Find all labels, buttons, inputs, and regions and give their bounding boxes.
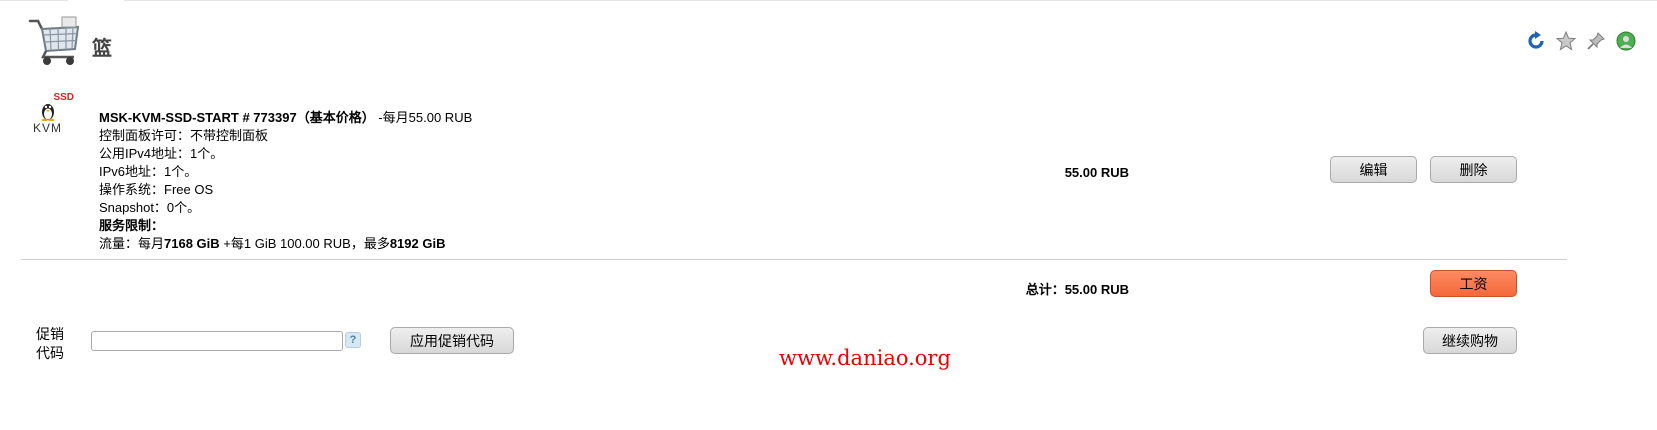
promo-label: 促销 代码 — [36, 326, 64, 364]
service-limits-title: 服务限制： — [99, 218, 165, 233]
item-price: 55.00 RUB — [1064, 165, 1129, 180]
page-header: 篮 — [28, 16, 112, 70]
tux-icon — [41, 104, 55, 121]
product-name: MSK-KVM-SSD-START # 773397（基本价格） — [99, 110, 375, 125]
traffic-line: 流量：每月7168 GiB +每1 GiB 100.00 RUB，最多8192 … — [99, 235, 472, 253]
promo-code-input[interactable] — [91, 331, 343, 351]
option-ipv6: IPv6地址：1个。 — [99, 164, 198, 179]
top-border — [0, 0, 1657, 1]
divider — [21, 259, 1567, 260]
promo-label-line1: 促销 — [36, 327, 64, 343]
top-tab-notch — [68, 0, 124, 2]
continue-shopping-button[interactable]: 继续购物 — [1423, 327, 1517, 354]
edit-button[interactable]: 编辑 — [1330, 156, 1417, 183]
option-control-panel: 控制面板许可：不带控制面板 — [99, 128, 269, 143]
globe-user-icon[interactable] — [1615, 30, 1637, 52]
order-total: 总计：55.00 RUB — [1025, 282, 1129, 297]
traffic-prefix: 流量：每月 — [99, 236, 165, 251]
ssd-kvm-logo: SSD KVM — [30, 93, 74, 139]
option-os: 操作系统：Free OS — [99, 182, 214, 197]
apply-promo-button[interactable]: 应用促销代码 — [390, 327, 514, 354]
pin-icon[interactable] — [1585, 30, 1607, 52]
toolbar — [1525, 30, 1637, 52]
watermark: www.daniao.org — [779, 346, 951, 370]
product-description: MSK-KVM-SSD-START # 773397（基本价格） -每月55.0… — [99, 109, 472, 253]
option-snapshot: Snapshot：0个。 — [99, 200, 201, 215]
product-title-line: MSK-KVM-SSD-START # 773397（基本价格） -每月55.0… — [99, 109, 472, 127]
product-billing: -每月55.00 RUB — [378, 110, 473, 125]
delete-button[interactable]: 删除 — [1430, 156, 1517, 183]
star-icon[interactable] — [1555, 30, 1577, 52]
cart-icon — [28, 15, 82, 72]
option-ipv4: 公用IPv4地址：1个。 — [99, 146, 224, 161]
traffic-max: 8192 GiB — [389, 236, 446, 251]
ssd-logo-text: SSD — [53, 92, 74, 103]
page-title: 篮 — [92, 35, 112, 60]
promo-label-line2: 代码 — [36, 346, 64, 362]
kvm-logo-text: KVM — [33, 121, 63, 135]
traffic-overage: +每1 GiB 100.00 RUB，最多 — [219, 236, 390, 251]
refresh-icon[interactable] — [1525, 30, 1547, 52]
pay-button[interactable]: 工资 — [1430, 270, 1517, 297]
help-icon[interactable]: ? — [345, 332, 361, 348]
traffic-amount: 7168 GiB — [164, 236, 220, 251]
